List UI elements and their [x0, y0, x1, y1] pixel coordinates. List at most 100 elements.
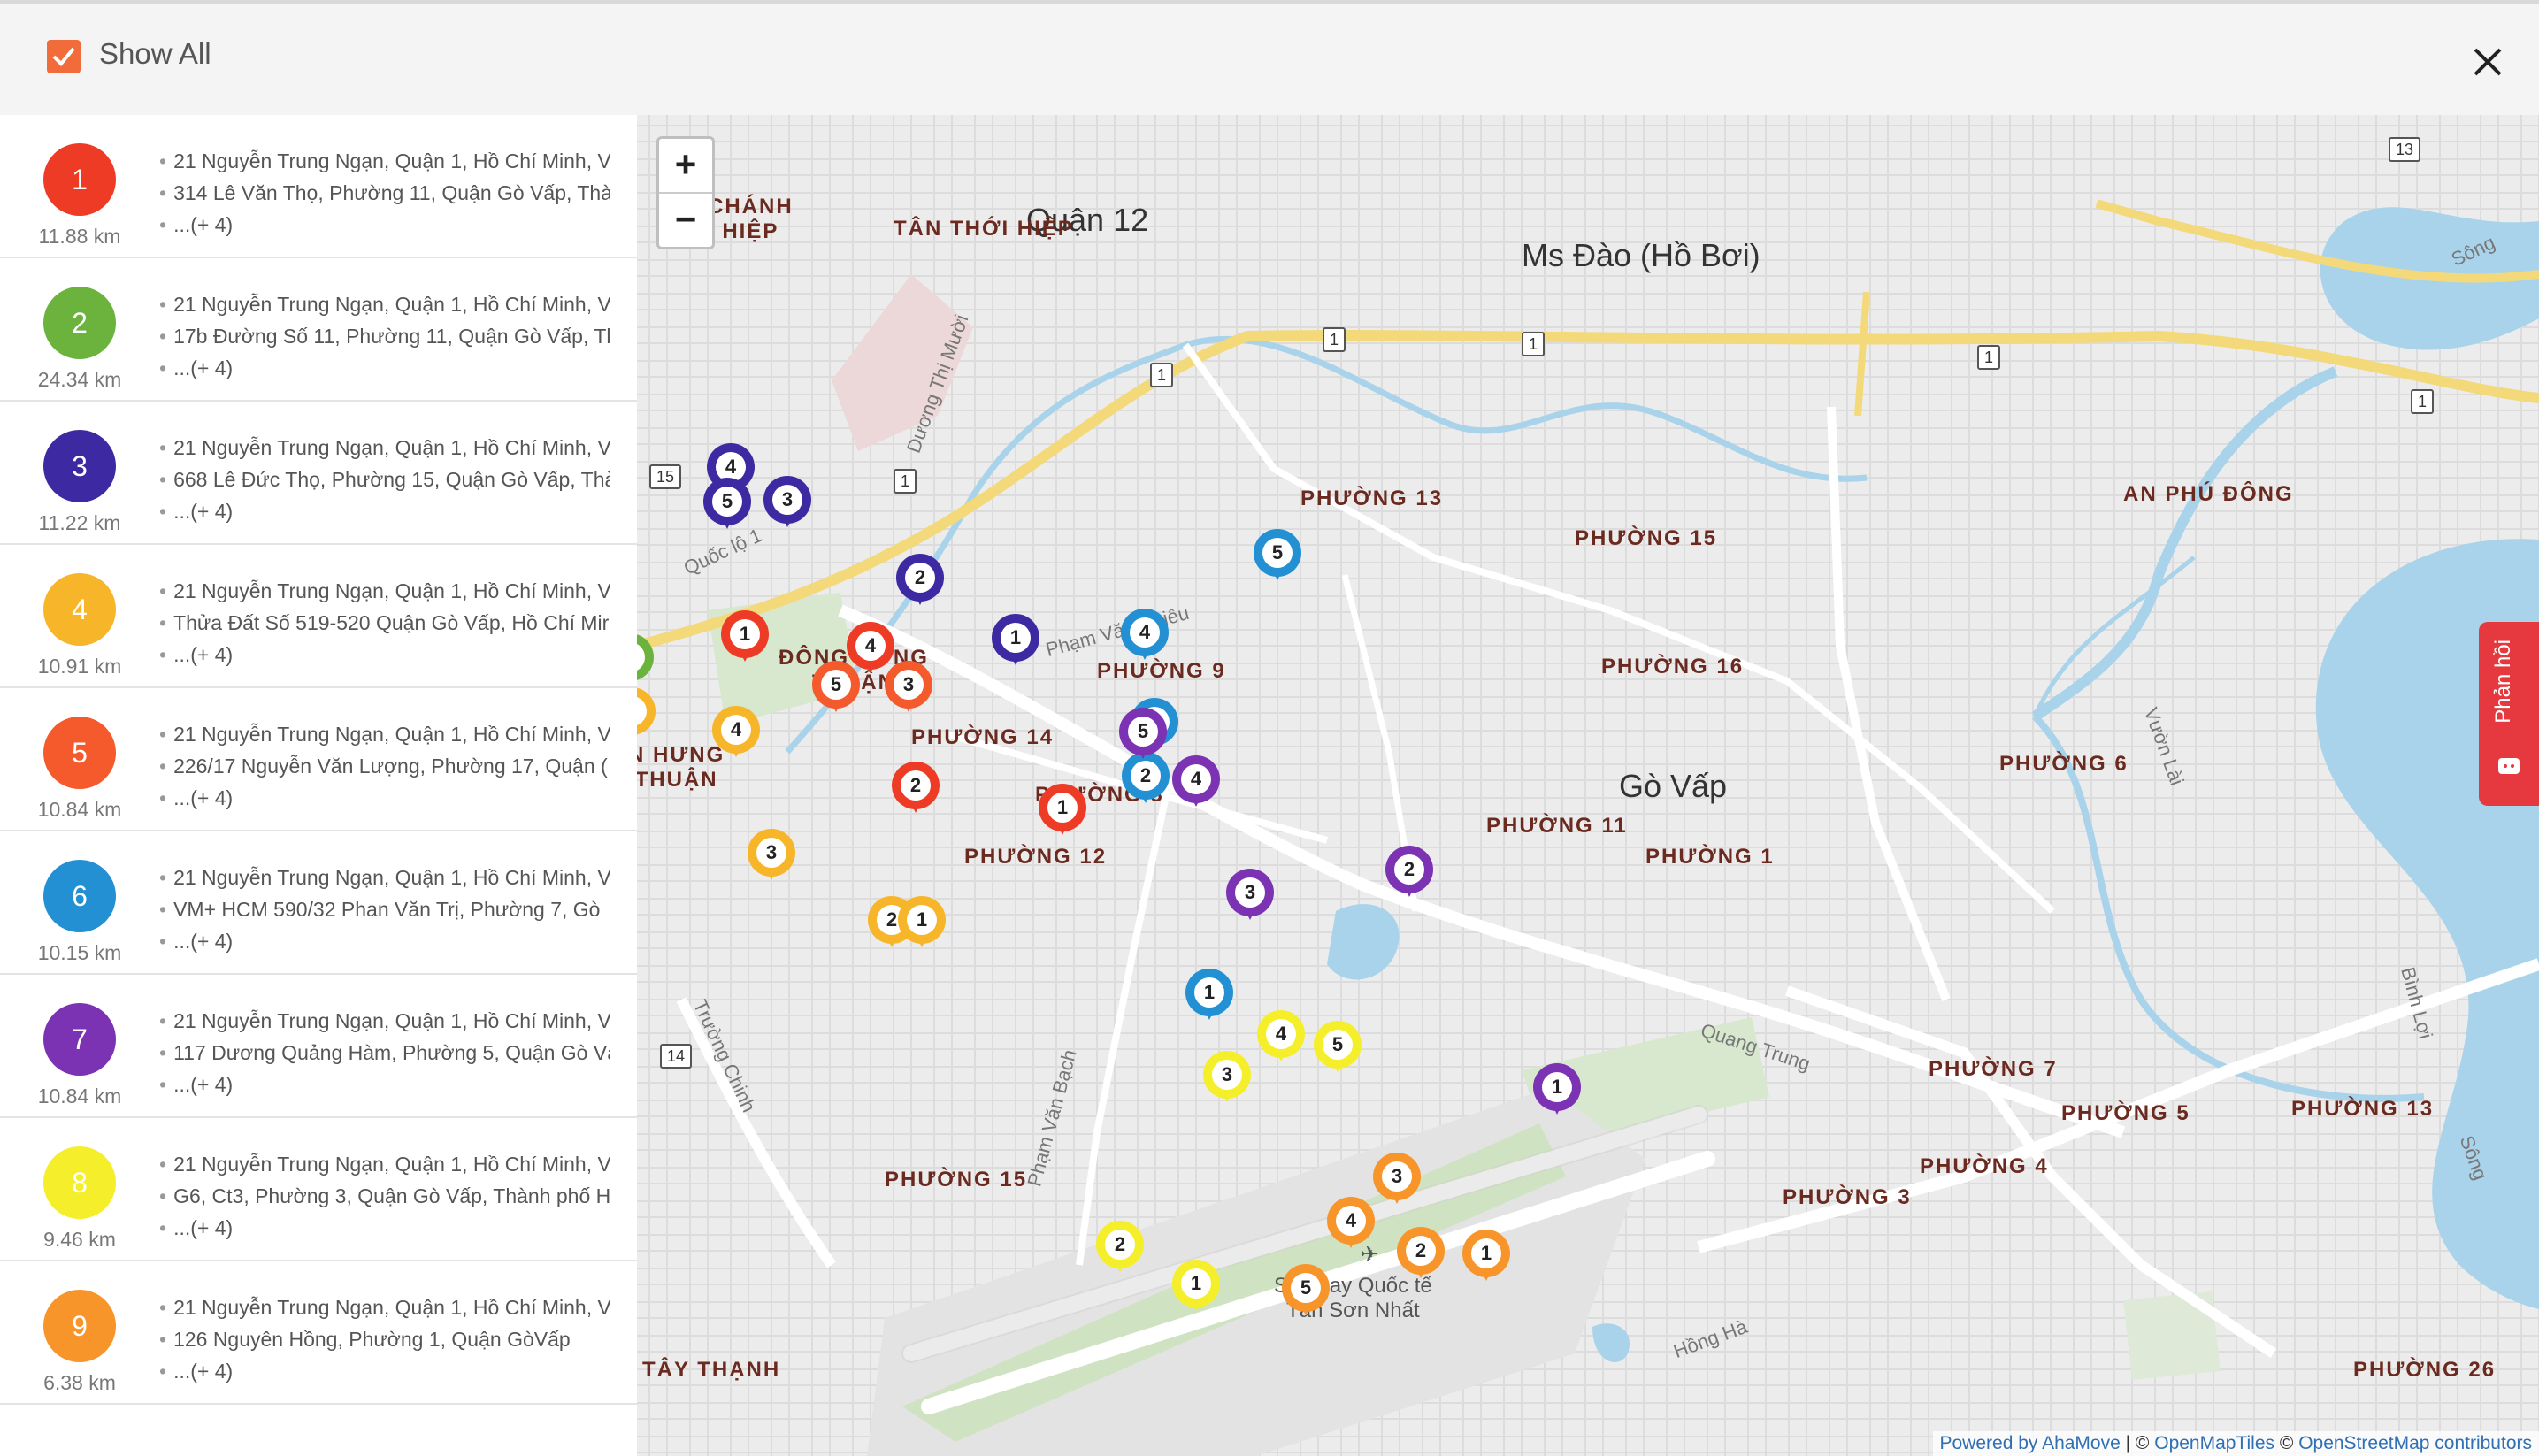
bullet-icon: •: [159, 1328, 167, 1351]
map-marker-route-1[interactable]: 2: [892, 762, 940, 820]
map-marker-route-3[interactable]: 3: [763, 476, 811, 534]
route-stop-text: ...(+ 4): [173, 356, 234, 379]
marker-pin-icon: 1: [1533, 1063, 1581, 1111]
zoom-in-button[interactable]: +: [659, 139, 712, 194]
marker-pin-icon: 5: [1119, 708, 1167, 755]
map-marker-route-9[interactable]: 3: [1373, 1153, 1421, 1211]
route-stop-text: Thửa Đất Số 519-520 Quận Gò Vấp, Hồ Chí …: [173, 611, 610, 634]
route-item[interactable]: 9 6.38 km • 21 Nguyễn Trung Ngạn, Quận 1, H…: [0, 1261, 637, 1405]
map-marker-route-4[interactable]: 1: [898, 896, 946, 954]
route-stop-line: • 21 Nguyễn Trung Ngạn, Quận 1, Hồ Chí Mi…: [159, 145, 610, 177]
close-button[interactable]: [2468, 42, 2507, 81]
ward-label: PHƯỜNG 15: [1575, 526, 1718, 550]
openmaptiles-link[interactable]: OpenMapTiles: [2154, 1433, 2274, 1453]
map-marker-route-9[interactable]: 4: [1327, 1197, 1375, 1255]
marker-pin-icon: 5: [1254, 529, 1301, 577]
route-stop-text: ...(+ 4): [173, 1216, 234, 1239]
ward-label: PHƯỜNG 13: [1300, 487, 1444, 510]
map-marker-route-8[interactable]: 3: [1203, 1051, 1251, 1109]
map-marker-route-8[interactable]: 2: [1096, 1221, 1144, 1279]
marker-label: 4: [721, 715, 751, 745]
map-marker-route-9[interactable]: 1: [1462, 1230, 1510, 1288]
ward-label: PHƯỜNG 16: [1601, 655, 1745, 678]
marker-pin-icon: 5: [812, 661, 860, 709]
ahamove-link[interactable]: Powered by AhaMove: [1940, 1433, 2121, 1453]
map-marker-route-7[interactable]: 2: [1385, 846, 1433, 904]
map-marker-route-8[interactable]: 1: [1172, 1260, 1220, 1318]
route-stop-line: • 226/17 Nguyễn Văn Lượng, Phường 17, Quậ…: [159, 750, 610, 782]
marker-pin-icon: 1: [992, 614, 1039, 662]
map-marker-route-5[interactable]: 3: [885, 661, 932, 719]
marker-pin-icon: 3: [1226, 869, 1274, 916]
map-marker-route-6[interactable]: 5: [1254, 529, 1301, 587]
map-marker-route-7[interactable]: 1: [1533, 1063, 1581, 1122]
marker-label: 4: [1266, 1019, 1296, 1049]
map-marker-route-3[interactable]: 1: [992, 614, 1039, 672]
route-number-badge: 3: [43, 430, 116, 502]
route-stop-line: • ...(+ 4): [159, 782, 610, 814]
map-marker-route-6[interactable]: 4: [1121, 609, 1169, 667]
map-marker-route-8[interactable]: 4: [1257, 1010, 1305, 1069]
ward-label: PHƯỜNG 12: [964, 845, 1108, 869]
route-item[interactable]: 6 10.15 km • 21 Nguyễn Trung Ngạn, Quận 1, …: [0, 831, 637, 975]
map-marker-route-7[interactable]: 5: [1119, 708, 1167, 766]
route-stop-line: • ...(+ 4): [159, 639, 610, 671]
route-stop-text: ...(+ 4): [173, 930, 234, 953]
route-item[interactable]: 8 9.46 km • 21 Nguyễn Trung Ngạn, Quận 1, H…: [0, 1118, 637, 1261]
route-distance: 6.38 km: [43, 1371, 116, 1394]
route-stop-text: 126 Nguyên Hồng, Phường 1, Quận GòVấp: [173, 1328, 571, 1351]
map-marker-route-3[interactable]: 5: [703, 478, 751, 536]
route-stop-text: ...(+ 4): [173, 1360, 234, 1383]
route-stop-text: ...(+ 4): [173, 500, 234, 523]
route-item[interactable]: 4 10.91 km • 21 Nguyễn Trung Ngạn, Quận 1, …: [0, 545, 637, 688]
route-stop-text: 21 Nguyễn Trung Ngạn, Quận 1, Hồ Chí Min…: [173, 866, 610, 889]
route-item[interactable]: 1 11.88 km • 21 Nguyễn Trung Ngạn, Quận 1, …: [0, 115, 637, 258]
route-stop-text: 21 Nguyễn Trung Ngạn, Quận 1, Hồ Chí Min…: [173, 436, 610, 459]
ward-label: AN PHÚ ĐÔNG: [2123, 482, 2294, 506]
bullet-icon: •: [159, 1184, 167, 1207]
marker-label: 1: [907, 905, 937, 935]
ward-label: PHƯỜNG 3: [1783, 1185, 1912, 1209]
bullet-icon: •: [159, 1073, 167, 1096]
feedback-tab[interactable]: Phản hồi: [2479, 622, 2539, 806]
marker-label: 5: [821, 670, 851, 700]
map[interactable]: Quận 12 Ms Đào (Hồ Bơi) Gò Vấp TÂN THỚI HIỆ…: [637, 115, 2539, 1456]
road-shield: 15: [649, 464, 682, 489]
map-marker-route-1[interactable]: 1: [1039, 784, 1086, 842]
marker-pin-icon: 4: [712, 706, 760, 754]
checkmark-icon: [52, 47, 75, 66]
top-bar: Show All: [0, 0, 2539, 115]
map-marker-route-5[interactable]: 5: [812, 661, 860, 719]
map-marker-route-7[interactable]: 4: [1172, 755, 1220, 814]
map-marker-route-4[interactable]: 5: [637, 687, 656, 746]
map-marker-route-9[interactable]: 5: [1282, 1264, 1330, 1322]
bullet-icon: •: [159, 213, 167, 236]
show-all-label[interactable]: Show All: [99, 37, 211, 71]
map-marker-route-4[interactable]: 3: [748, 829, 795, 887]
map-marker-route-9[interactable]: 2: [1397, 1227, 1445, 1285]
route-item[interactable]: 3 11.22 km • 21 Nguyễn Trung Ngạn, Quận 1, …: [0, 402, 637, 545]
map-marker-route-4[interactable]: 4: [712, 706, 760, 764]
route-stop-line: • ...(+ 4): [159, 495, 610, 527]
map-marker-route-6[interactable]: 1: [1185, 969, 1233, 1027]
map-marker-route-2[interactable]: 5: [637, 633, 654, 692]
route-stop-line: • 117 Dương Quảng Hàm, Phường 5, Quận Gò …: [159, 1037, 610, 1069]
marker-pin-icon: 1: [1039, 784, 1086, 831]
show-all-checkbox[interactable]: [47, 40, 81, 73]
marker-label: 3: [772, 485, 802, 515]
map-marker-route-3[interactable]: 2: [896, 554, 944, 612]
map-marker-route-8[interactable]: 5: [1314, 1021, 1362, 1079]
route-stop-line: • ...(+ 4): [159, 352, 610, 384]
map-marker-route-1[interactable]: 1: [721, 610, 769, 669]
openstreetmap-link[interactable]: OpenStreetMap contributors: [2298, 1433, 2532, 1453]
route-item[interactable]: 5 10.84 km • 21 Nguyễn Trung Ngạn, Quận 1, …: [0, 688, 637, 831]
marker-label: 5: [1128, 717, 1158, 747]
bullet-icon: •: [159, 611, 167, 634]
map-marker-route-7[interactable]: 3: [1226, 869, 1274, 927]
route-stop-line: • 668 Lê Đức Thọ, Phường 15, Quận Gò Vấp,…: [159, 464, 610, 495]
bullet-icon: •: [159, 723, 167, 746]
zoom-out-button[interactable]: −: [659, 194, 712, 247]
route-item[interactable]: 7 10.84 km • 21 Nguyễn Trung Ngạn, Quận 1, …: [0, 975, 637, 1118]
route-item[interactable]: 2 24.34 km • 21 Nguyễn Trung Ngạn, Quận 1, …: [0, 258, 637, 402]
ward-label: PHƯỜNG 15: [885, 1168, 1028, 1192]
